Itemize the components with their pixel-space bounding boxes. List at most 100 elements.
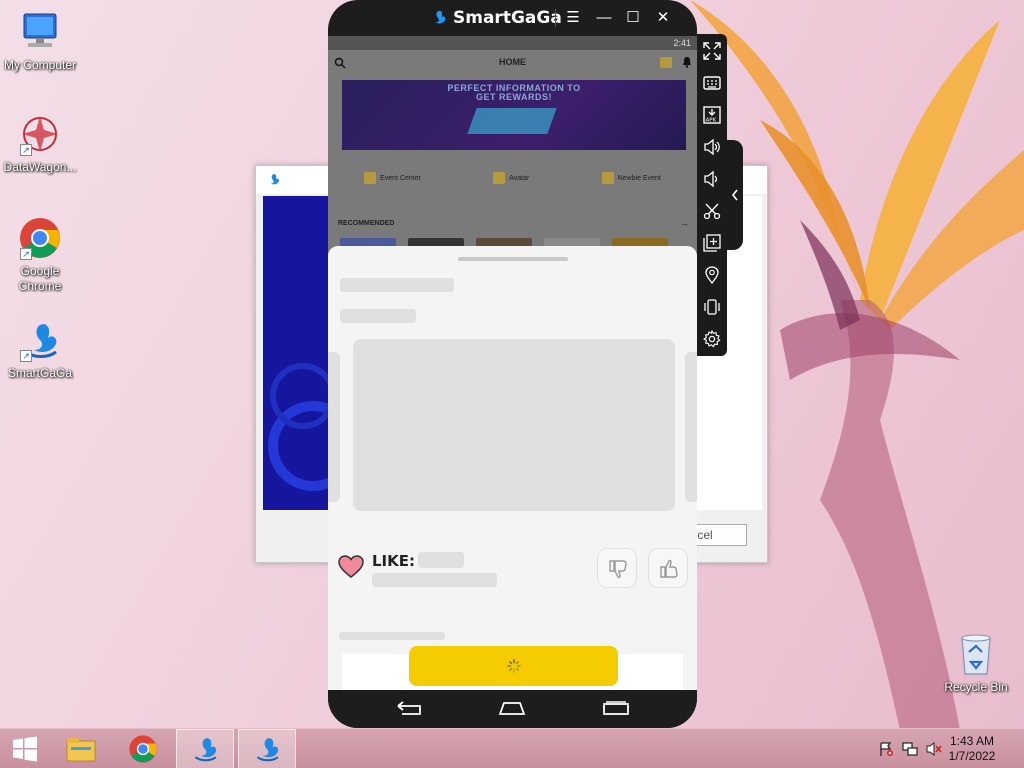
installer-artwork <box>263 196 333 510</box>
calendar-icon <box>601 172 614 184</box>
app-header: HOME <box>328 50 697 76</box>
screenshot-scissors-icon[interactable] <box>701 200 723 222</box>
menu-icon[interactable]: ☰ <box>563 9 583 27</box>
clock-time: 1:43 AM <box>949 734 995 748</box>
volume-up-icon[interactable] <box>701 136 723 158</box>
recent-apps-icon[interactable] <box>602 700 630 716</box>
desktop-icon-label: Google Chrome <box>18 264 62 293</box>
windows-taskbar: 1:43 AM 1/7/2022 <box>0 728 1024 768</box>
keyboard-icon[interactable] <box>701 72 723 94</box>
action-center-flag-icon[interactable] <box>878 741 894 757</box>
android-screen[interactable]: 2:41 HOME PERFECT INFORMATION TO GET REW… <box>328 36 697 690</box>
fullscreen-icon[interactable] <box>701 40 723 62</box>
home-icon[interactable] <box>498 700 526 716</box>
menu-label: Event Center <box>380 174 421 182</box>
smartgaga-swan-icon <box>435 10 446 24</box>
taskbar-smartgaga-1[interactable] <box>176 729 234 768</box>
skeleton-subtitle <box>340 309 416 323</box>
taskbar-clock[interactable]: 1:43 AM 1/7/2022 <box>942 734 1002 764</box>
bottom-sheet[interactable]: LIKE: <box>328 246 697 690</box>
menu-label: Newbie Event <box>617 174 661 182</box>
promo-banner[interactable]: PERFECT INFORMATION TO GET REWARDS! <box>342 80 686 150</box>
apk-install-icon[interactable]: APK <box>701 104 723 126</box>
emulator-side-toolbar: APK <box>697 34 727 356</box>
arrow-right-icon[interactable]: → <box>680 218 689 228</box>
skeleton-media-card <box>353 339 675 511</box>
thumbs-up-icon <box>660 559 678 578</box>
taskbar-smartgaga-2[interactable] <box>238 729 296 768</box>
thumbs-down-icon <box>609 560 627 579</box>
android-nav-bar <box>328 690 697 728</box>
app-header-title: HOME <box>499 57 526 67</box>
menu-newbie-event[interactable]: Newbie Event <box>601 172 661 184</box>
home-menu-row: Event Center Avatar Newbie Event <box>328 172 697 184</box>
like-button[interactable] <box>648 548 688 588</box>
desktop-icon-google-chrome[interactable]: ↗ Google Chrome <box>0 216 80 294</box>
shake-vibrate-icon[interactable] <box>701 296 723 318</box>
network-icon[interactable] <box>902 741 918 757</box>
dislike-button[interactable] <box>597 548 637 588</box>
skeleton-like-detail <box>372 573 497 587</box>
volume-muted-icon[interactable] <box>926 741 942 757</box>
svg-text:APK: APK <box>706 118 717 124</box>
emulator-logo: SmartGaGa <box>428 8 562 28</box>
shortcut-arrow-icon: ↗ <box>20 350 32 362</box>
recycle-bin-icon <box>961 634 991 675</box>
bell-icon[interactable] <box>681 56 693 68</box>
minimize-button[interactable]: — <box>594 9 614 27</box>
settings-gear-icon[interactable] <box>701 328 723 350</box>
clock-date: 1/7/2022 <box>948 749 996 763</box>
shirt-icon <box>493 172 506 184</box>
close-button[interactable]: ✕ <box>653 9 673 27</box>
skeleton-left-card <box>328 352 340 502</box>
banner-text-line2: GET REWARDS! <box>475 92 552 102</box>
megaphone-icon <box>364 172 377 184</box>
back-icon[interactable] <box>396 700 424 716</box>
gift-icon[interactable] <box>660 57 672 68</box>
smartgaga-swan-icon <box>256 738 279 762</box>
toolbar-collapse-tab[interactable] <box>727 140 743 250</box>
taskbar-google-chrome[interactable] <box>114 729 172 768</box>
chrome-icon <box>129 735 157 763</box>
smartgaga-swan-icon <box>194 738 217 762</box>
desktop-icon-smartgaga[interactable]: ↗ SmartGaGa <box>0 318 80 381</box>
primary-action-button[interactable] <box>409 646 618 686</box>
system-tray: 1:43 AM 1/7/2022 <box>864 729 1024 768</box>
emulator-window[interactable]: SmartGaGa ☰ — ☐ ✕ 2:41 HOME PERFECT INFO… <box>328 0 697 728</box>
heart-icon <box>338 555 364 578</box>
location-pin-icon[interactable] <box>701 264 723 286</box>
maximize-button[interactable]: ☐ <box>623 9 643 27</box>
recommended-label: RECOMMENDED <box>338 220 395 227</box>
volume-down-icon[interactable] <box>701 168 723 190</box>
like-label: LIKE: <box>372 552 416 570</box>
multi-instance-icon[interactable] <box>701 232 723 254</box>
desktop-icon-my-computer[interactable]: My Computer <box>0 10 80 73</box>
start-button[interactable] <box>0 729 50 768</box>
desktop-icon-label: SmartGaGa <box>7 366 73 380</box>
shortcut-arrow-icon: ↗ <box>20 248 32 260</box>
skeleton-section-label <box>339 632 445 640</box>
shortcut-arrow-icon: ↗ <box>20 144 32 156</box>
folder-icon <box>66 738 96 762</box>
desktop-icon-label: My Computer <box>3 58 77 72</box>
banner-graphic <box>467 108 557 134</box>
desktop-icon-recycle-bin[interactable]: Recycle Bin <box>938 630 1014 694</box>
menu-label: Avatar <box>509 174 530 182</box>
computer-icon <box>23 13 57 47</box>
taskbar-file-explorer[interactable] <box>52 729 110 768</box>
skeleton-like-count <box>418 552 464 568</box>
sheet-drag-handle[interactable] <box>458 257 568 261</box>
skeleton-title <box>340 278 454 292</box>
desktop-icon-label: Recycle Bin <box>944 680 1008 694</box>
skeleton-right-card <box>685 352 697 502</box>
desktop-icon-datawagon[interactable]: ↗ DataWagon... <box>0 112 80 175</box>
status-time: 2:41 <box>673 38 691 48</box>
chevron-left-icon <box>731 189 738 201</box>
menu-avatar[interactable]: Avatar <box>493 172 529 184</box>
emulator-brand: SmartGaGa <box>453 8 562 28</box>
emulator-titlebar[interactable]: SmartGaGa ☰ — ☐ ✕ <box>328 0 697 36</box>
windows-logo-icon <box>13 736 37 762</box>
menu-event-center[interactable]: Event Center <box>364 172 421 184</box>
android-status-bar: 2:41 <box>328 36 697 50</box>
smartgaga-swan-icon <box>270 174 279 185</box>
